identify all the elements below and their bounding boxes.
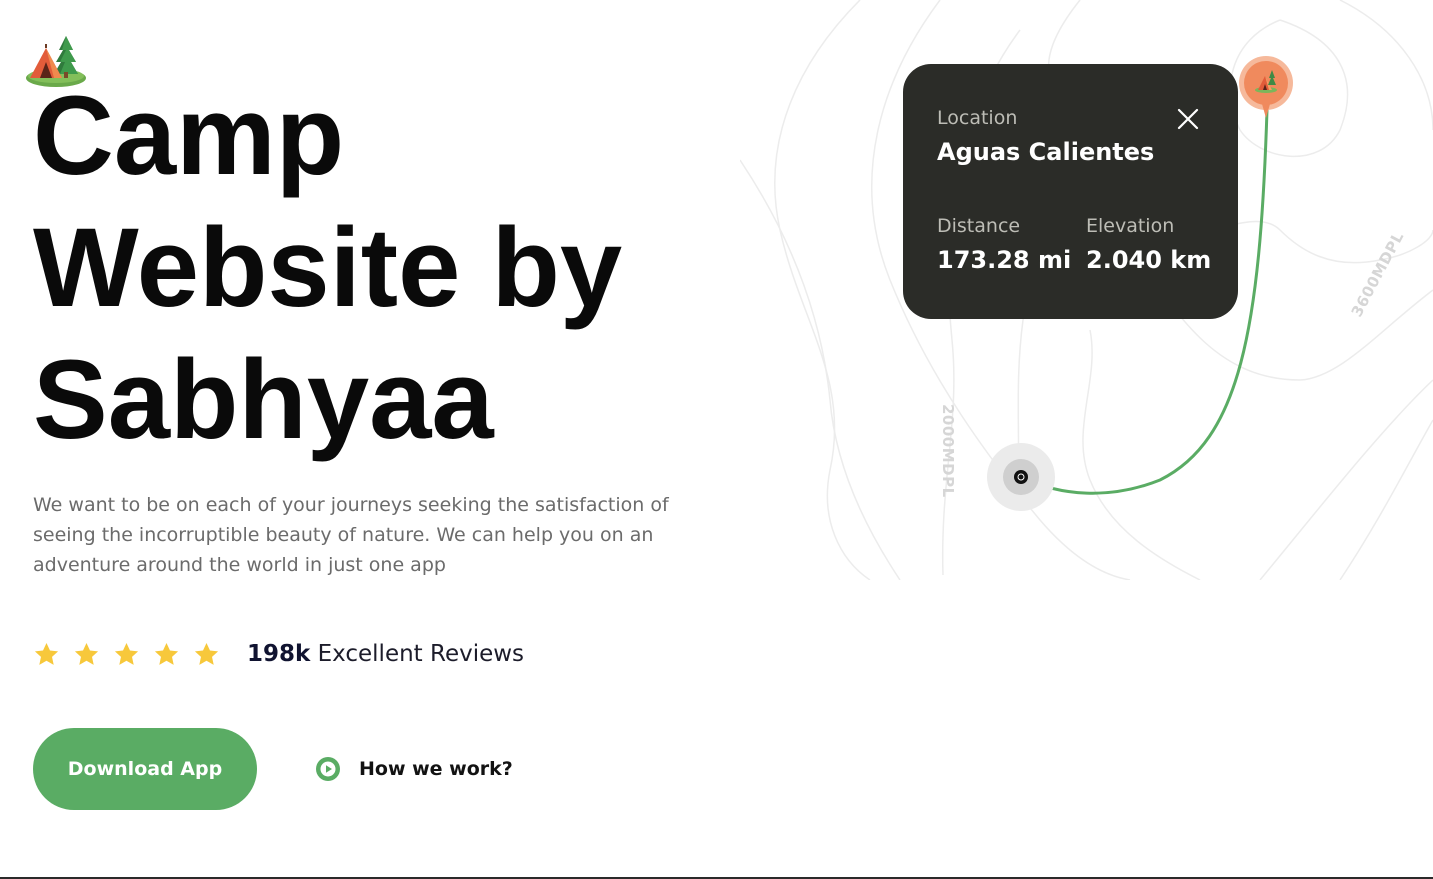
rating-row: 198k Excellent Reviews: [33, 634, 524, 674]
review-count: 198k: [247, 641, 311, 667]
contour-label-2000: 2000MDPL: [939, 404, 957, 498]
page-title-line-3: Sabhyaa: [33, 337, 494, 462]
location-dot-icon: [987, 443, 1055, 511]
contour-label-3600: 3600MDPL: [1348, 229, 1408, 320]
play-icon: [316, 757, 340, 781]
tent-pin-icon: [1239, 56, 1293, 118]
review-summary: 198k Excellent Reviews: [247, 641, 524, 667]
star-icon: [194, 642, 219, 665]
page-title-line-2: Website by: [33, 205, 623, 330]
star-icon: [74, 642, 99, 665]
start-point-marker[interactable]: [986, 442, 1056, 512]
hero-description: We want to be on each of your journeys s…: [33, 494, 669, 576]
close-icon: [1177, 108, 1199, 130]
location-label: Location: [937, 107, 1018, 129]
star-icon: [34, 642, 59, 665]
distance-value: 173.28 mi: [937, 246, 1072, 274]
location-info-card: Location Aguas Calientes Distance 173.28…: [903, 64, 1238, 319]
location-value: Aguas Calientes: [937, 138, 1155, 166]
page-title: Camp Website by Sabhyaa: [33, 70, 622, 466]
distance-label: Distance: [937, 215, 1021, 237]
star-rating: [33, 641, 220, 668]
how-we-work-link[interactable]: How we work?: [315, 750, 513, 788]
download-app-button[interactable]: Download App: [33, 728, 257, 810]
star-icon: [154, 642, 179, 665]
page-title-line-1: Camp: [33, 73, 345, 198]
how-we-work-label: How we work?: [359, 758, 513, 780]
camp-location-pin[interactable]: [1238, 56, 1294, 120]
review-label: Excellent Reviews: [317, 641, 525, 667]
star-icon: [114, 642, 139, 665]
elevation-label: Elevation: [1086, 215, 1175, 237]
close-card-button[interactable]: [1174, 105, 1202, 133]
elevation-value: 2.040 km: [1086, 246, 1212, 274]
